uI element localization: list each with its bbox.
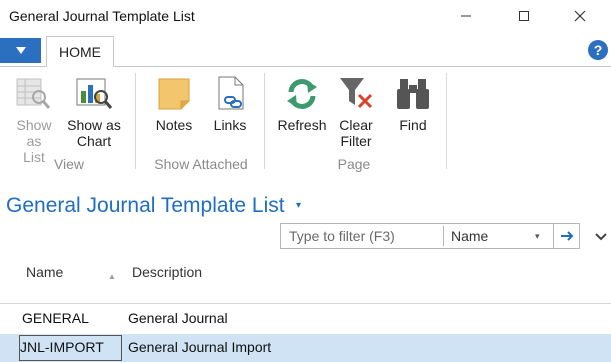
chevron-down-icon[interactable]: ▾ bbox=[535, 231, 540, 242]
note-icon bbox=[158, 78, 190, 110]
expand-chevron-icon[interactable] bbox=[594, 232, 608, 242]
ribbon: Show as List Show as Chart View Notes Li… bbox=[0, 67, 611, 177]
minimize-button[interactable] bbox=[443, 0, 489, 32]
minimize-icon bbox=[461, 15, 471, 17]
table-row-selected[interactable]: JNL-IMPORT General Journal Import bbox=[0, 334, 611, 362]
close-icon bbox=[574, 10, 586, 22]
group-label-view: View bbox=[53, 156, 85, 172]
show-as-chart-button[interactable]: Show as Chart bbox=[64, 75, 124, 149]
maximize-button[interactable] bbox=[501, 0, 547, 32]
column-header-name[interactable]: Name bbox=[26, 264, 63, 280]
apply-filter-button[interactable] bbox=[554, 224, 580, 248]
cell-description: General Journal Import bbox=[128, 339, 272, 355]
group-separator bbox=[264, 73, 265, 169]
cell-name: GENERAL bbox=[22, 310, 89, 326]
table-row[interactable]: GENERAL General Journal bbox=[0, 305, 611, 333]
app-menu-button[interactable] bbox=[0, 38, 41, 63]
page-title-menu-icon[interactable]: ▾ bbox=[296, 200, 301, 211]
clear-filter-icon bbox=[340, 78, 373, 109]
cell-name: JNL-IMPORT bbox=[20, 339, 104, 355]
close-button[interactable] bbox=[557, 0, 603, 32]
window-title: General Journal Template List bbox=[9, 8, 195, 24]
group-separator bbox=[446, 73, 447, 169]
binoculars-icon bbox=[397, 79, 429, 109]
maximize-icon bbox=[519, 11, 529, 21]
cell-description: General Journal bbox=[128, 310, 228, 326]
group-separator bbox=[135, 73, 136, 169]
group-label-show-attached: Show Attached bbox=[154, 156, 248, 172]
arrow-right-icon bbox=[561, 231, 574, 241]
filter-field-select[interactable]: Name bbox=[451, 228, 488, 244]
chart-view-icon bbox=[76, 78, 113, 109]
header-divider bbox=[0, 303, 611, 304]
page-title: General Journal Template List bbox=[6, 194, 285, 217]
list-view-icon bbox=[16, 78, 51, 109]
group-label-page: Page bbox=[337, 156, 371, 172]
title-bar: General Journal Template List bbox=[0, 0, 611, 34]
show-as-list-button[interactable]: Show as List bbox=[14, 75, 54, 165]
filter-bar: Name ▾ bbox=[280, 223, 580, 249]
svg-text:?: ? bbox=[594, 42, 603, 58]
clear-filter-button[interactable]: Clear Filter bbox=[334, 75, 378, 149]
link-icon bbox=[218, 76, 244, 110]
tab-home[interactable]: HOME bbox=[46, 36, 114, 67]
find-button[interactable]: Find bbox=[392, 75, 434, 133]
filter-input[interactable] bbox=[281, 224, 441, 248]
caret-down-icon bbox=[15, 47, 26, 54]
refresh-button[interactable]: Refresh bbox=[274, 75, 330, 133]
links-button[interactable]: Links bbox=[208, 75, 252, 133]
refresh-icon bbox=[287, 79, 317, 109]
column-header-description[interactable]: Description bbox=[132, 264, 202, 280]
notes-button[interactable]: Notes bbox=[150, 75, 198, 133]
help-icon[interactable]: ? bbox=[588, 40, 608, 60]
sort-ascending-icon: ▲ bbox=[108, 272, 116, 281]
